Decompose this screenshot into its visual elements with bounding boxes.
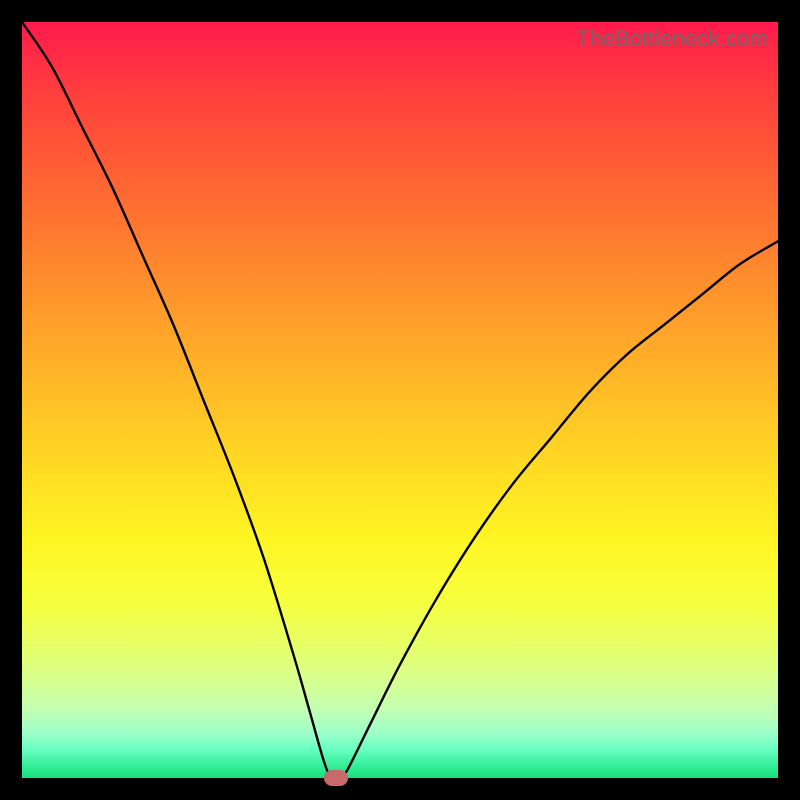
plot-area: TheBottleneck.com (22, 22, 778, 778)
bottleneck-curve (22, 22, 778, 778)
chart-frame: TheBottleneck.com (0, 0, 800, 800)
optimum-marker (324, 770, 348, 786)
